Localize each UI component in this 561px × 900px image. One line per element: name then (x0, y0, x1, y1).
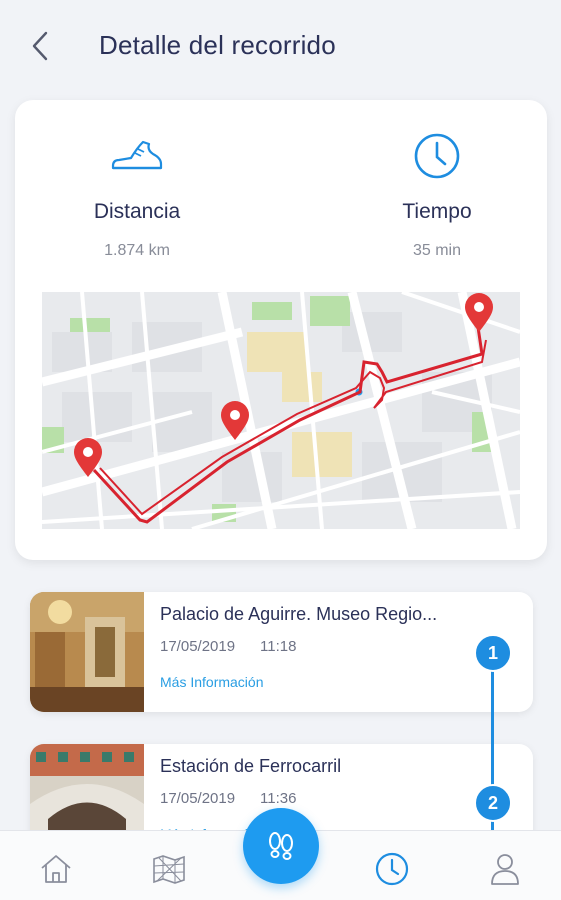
tab-history[interactable] (372, 849, 412, 889)
back-button[interactable] (24, 28, 56, 64)
shoe-icon (37, 130, 237, 182)
clock-icon (337, 130, 537, 182)
page-title: Detalle del recorrido (99, 30, 336, 60)
distance-stat: Distancia 1.874 km (37, 130, 237, 260)
stop-thumbnail (30, 592, 144, 712)
start-route-button[interactable] (243, 808, 319, 884)
route-map[interactable] (42, 292, 520, 529)
distance-value: 1.874 km (104, 242, 170, 259)
route-summary-card: Distancia 1.874 km Tiempo 35 min (15, 100, 547, 560)
time-value: 35 min (412, 242, 462, 259)
home-icon (41, 855, 71, 883)
tab-map[interactable] (149, 849, 189, 889)
stop-name: Palacio de Aguirre. Museo Regio... (160, 604, 438, 624)
tab-home[interactable] (36, 849, 76, 889)
stop-date: 17/05/2019 (160, 638, 236, 655)
distance-label: Distancia (93, 200, 181, 223)
stop-name: Estación de Ferrocarril (160, 756, 342, 776)
stop-time: 11:18 (260, 638, 297, 655)
stop-date: 17/05/2019 (160, 790, 236, 807)
tab-profile[interactable] (485, 849, 525, 889)
time-label: Tiempo (402, 200, 472, 223)
chevron-left-icon (32, 31, 48, 61)
stop-card[interactable]: Palacio de Aguirre. Museo Regio... 17/05… (30, 592, 533, 712)
history-icon (375, 852, 409, 886)
map-icon (153, 855, 185, 884)
step-badge: 2 (474, 784, 512, 822)
stop-time: 11:36 (260, 790, 297, 807)
footsteps-icon (269, 832, 293, 860)
profile-icon (491, 854, 519, 885)
step-badge: 1 (474, 634, 512, 672)
more-info-link[interactable]: Más Información (160, 674, 263, 690)
header: Detalle del recorrido (0, 0, 561, 90)
time-stat: Tiempo 35 min (337, 130, 537, 260)
